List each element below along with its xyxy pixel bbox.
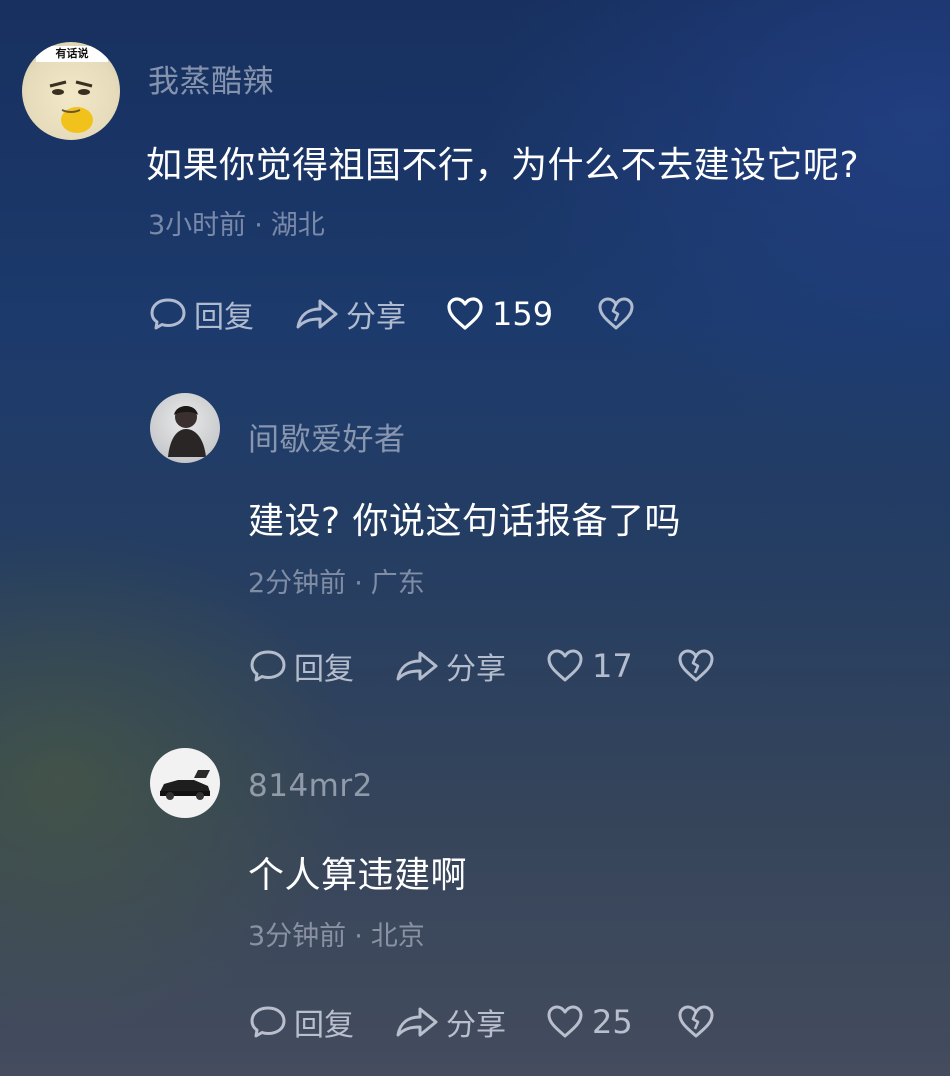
like-count: 25 xyxy=(592,1003,633,1041)
reply-label: 回复 xyxy=(294,1008,354,1043)
share-arrow-icon xyxy=(396,1007,438,1037)
username[interactable]: 间歇爱好者 xyxy=(248,414,406,459)
share-button[interactable]: 分享 xyxy=(294,292,406,336)
avatar[interactable]: 有话说 xyxy=(22,42,120,140)
avatar[interactable] xyxy=(150,393,220,463)
reply-bubble-icon xyxy=(150,298,186,330)
share-arrow-icon xyxy=(396,651,438,681)
share-label: 分享 xyxy=(446,652,506,687)
reply-button[interactable]: 回复 xyxy=(248,644,354,688)
separator: · xyxy=(254,210,263,241)
location: 湖北 xyxy=(270,210,325,241)
avatar-car-icon xyxy=(160,770,210,800)
separator: · xyxy=(354,568,363,599)
reply-bubble-icon xyxy=(250,650,286,682)
like-button[interactable]: 17 xyxy=(546,647,633,685)
reply-label: 回复 xyxy=(194,300,254,335)
like-count: 17 xyxy=(592,647,633,685)
comment-meta: 3小时前 · 湖北 xyxy=(148,203,325,242)
broken-heart-icon xyxy=(678,1005,714,1038)
like-button[interactable]: 25 xyxy=(546,1003,633,1041)
timestamp: 3分钟前 xyxy=(248,921,347,952)
like-button[interactable]: 159 xyxy=(446,295,553,333)
location: 北京 xyxy=(370,921,425,952)
dislike-button[interactable] xyxy=(677,1004,715,1040)
reply-bubble-icon xyxy=(250,1006,286,1038)
share-label: 分享 xyxy=(346,300,406,335)
comment-text: 如果你觉得祖国不行，为什么不去建设它呢? xyxy=(146,145,860,186)
reply-button[interactable]: 回复 xyxy=(148,292,254,336)
reply-button[interactable]: 回复 xyxy=(248,1000,354,1044)
location: 广东 xyxy=(370,568,425,599)
comment-meta: 2分钟前 · 广东 xyxy=(248,561,425,600)
share-button[interactable]: 分享 xyxy=(394,644,506,688)
dislike-button[interactable] xyxy=(677,648,715,684)
dislike-button[interactable] xyxy=(597,296,635,332)
avatar-badge: 有话说 xyxy=(36,46,108,62)
comment-text: 建设? 你说这句话报备了吗 xyxy=(248,501,682,542)
comment-text: 个人算违建啊 xyxy=(248,855,468,896)
action-bar: 回复 分享 17 xyxy=(248,644,715,688)
avatar[interactable] xyxy=(150,748,220,818)
username[interactable]: 814mr2 xyxy=(248,768,373,804)
broken-heart-icon xyxy=(598,297,634,330)
avatar-person-icon xyxy=(168,406,206,457)
timestamp: 2分钟前 xyxy=(248,568,347,599)
separator: · xyxy=(354,921,363,952)
action-bar: 回复 分享 159 xyxy=(148,292,635,336)
comment-meta: 3分钟前 · 北京 xyxy=(248,914,425,953)
heart-icon xyxy=(447,297,483,330)
share-arrow-icon xyxy=(296,299,338,329)
heart-icon xyxy=(547,649,583,682)
share-label: 分享 xyxy=(446,1008,506,1043)
reply-label: 回复 xyxy=(294,652,354,687)
broken-heart-icon xyxy=(678,649,714,682)
heart-icon xyxy=(547,1005,583,1038)
share-button[interactable]: 分享 xyxy=(394,1000,506,1044)
username[interactable]: 我蒸酷辣 xyxy=(148,56,274,101)
like-count: 159 xyxy=(492,295,554,333)
timestamp: 3小时前 xyxy=(148,210,247,241)
action-bar: 回复 分享 25 xyxy=(248,1000,715,1044)
